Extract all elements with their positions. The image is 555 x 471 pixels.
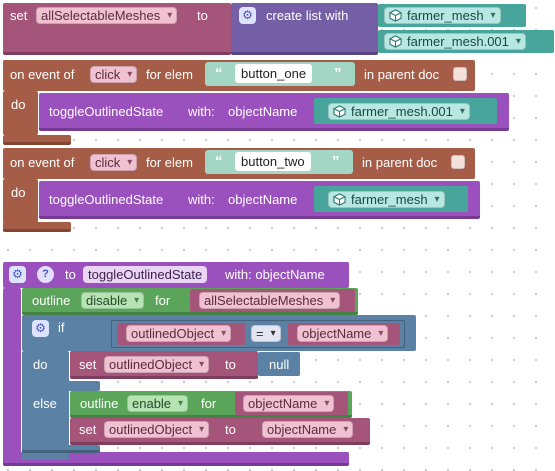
in-parent-doc-checkbox[interactable] [451,155,465,169]
else-label: else [33,396,57,411]
gear-icon[interactable]: ⚙ [32,320,49,337]
procedure-left-bar [3,288,21,458]
to-label: to [225,357,236,372]
with-label: with: [188,104,215,119]
button-name-field[interactable]: button_one [235,64,313,83]
mesh-dropdown[interactable]: farmer_mesh.001 [328,103,470,120]
to-label: to [65,267,76,282]
in-parent-doc-checkbox[interactable] [453,67,467,81]
set-label: set [10,8,28,23]
call-label: toggleOutlinedState [49,192,164,207]
mesh-dropdown[interactable]: farmer_mesh [328,191,445,208]
param-label: objectName [228,104,298,119]
outline-label: outline [32,293,71,308]
for-label: for [201,396,217,411]
cube-icon [389,35,402,48]
set-label: set [79,422,97,437]
if-else-mid-bar [22,381,100,391]
mesh-dropdown[interactable]: farmer_mesh [384,7,501,24]
for-label: for [155,293,171,308]
set-label: set [79,357,97,372]
variable-dropdown-allSelectableMeshes[interactable]: allSelectableMeshes [199,292,341,309]
gear-icon[interactable]: ⚙ [9,266,26,283]
outline-state-dropdown[interactable]: enable [127,395,189,412]
function-name-field[interactable]: toggleOutlinedState [83,266,208,283]
mesh-dropdown[interactable]: farmer_mesh.001 [384,33,526,50]
param-label: objectName [228,192,298,207]
cube-icon [333,193,346,206]
operator-dropdown[interactable]: = [251,325,281,342]
on-event-label: on event of [10,67,75,82]
variable-dropdown-objectName[interactable]: objectName [262,421,354,438]
variable-dropdown-objectName[interactable]: objectName [243,395,335,412]
for-elem-label: for elem [146,155,193,170]
string-block[interactable]: “ button_one ” [205,62,355,86]
variable-dropdown-allSelectableMeshes[interactable]: allSelectableMeshes [36,7,178,24]
variable-dropdown-objectName[interactable]: objectName [297,325,389,342]
do-label: do [33,357,48,372]
outline-state-dropdown[interactable]: disable [81,292,145,309]
with-label: with: [188,192,215,207]
on-event-label: on event of [10,155,75,170]
gear-icon[interactable]: ⚙ [239,7,256,24]
if-label: if [58,320,65,335]
in-parent-doc-label: in parent doc [362,155,438,170]
button-name-field[interactable]: button_two [235,152,311,171]
with-objectName-label: with: objectName [225,267,325,282]
event-dropdown[interactable]: click [90,66,138,83]
event-block-bottom-bar [3,222,71,232]
variable-dropdown-outlinedObject[interactable]: outlinedObject [126,325,232,342]
to-label: to [225,422,236,437]
if-else-bottom-bar [22,445,100,453]
variable-dropdown-outlinedObject[interactable]: outlinedObject [104,356,210,373]
do-label: do [11,185,26,200]
create-list-label: create list with [266,8,349,23]
null-label: null [269,357,290,372]
call-label: toggleOutlinedState [49,104,164,119]
event-block-bottom-bar [3,135,71,145]
outline-label: outline [80,396,119,411]
for-elem-label: for elem [146,67,193,82]
question-icon[interactable]: ? [37,266,54,283]
in-parent-doc-label: in parent doc [364,67,440,82]
event-dropdown[interactable]: click [90,154,138,171]
to-label: to [197,8,208,23]
cube-icon [389,9,402,22]
cube-icon [333,105,346,118]
string-block[interactable]: “ button_two ” [205,150,353,174]
variable-dropdown-outlinedObject[interactable]: outlinedObject [104,421,210,438]
do-label: do [11,97,26,112]
